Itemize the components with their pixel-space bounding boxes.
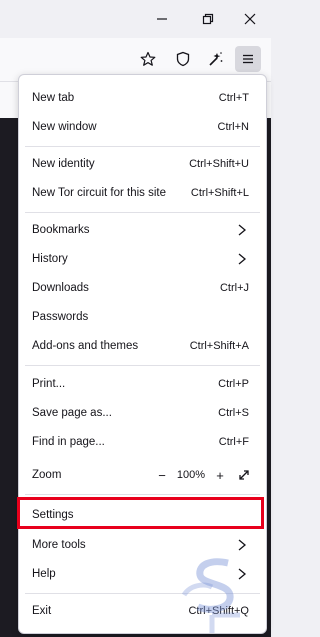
menu-item-new-identity[interactable]: New identity Ctrl+Shift+U [19,150,266,178]
menu-item-new-window[interactable]: New window Ctrl+N [19,113,266,141]
menu-item-new-tab[interactable]: New tab Ctrl+T [19,84,266,112]
menu-item-shortcut: Ctrl+F [218,436,249,448]
menu-item-label: Print... [32,378,66,390]
menu-item-zoom: Zoom − 100% + [19,461,266,489]
zoom-out-button[interactable]: − [152,465,172,485]
menu-separator [25,593,260,594]
restore-icon [202,13,214,25]
application-menu-button[interactable] [235,46,261,72]
chevron-right-icon [238,539,247,551]
magic-wand-icon [209,52,223,66]
zoom-controls: − 100% + [152,465,254,485]
menu-item-label: New Tor circuit for this site [32,187,166,199]
menu-item-label: Add-ons and themes [32,340,139,352]
menu-item-shortcut: Ctrl+S [218,407,249,419]
menu-item-shortcut: Ctrl+P [218,378,249,390]
chevron-right-icon [238,253,247,265]
menu-item-history[interactable]: History [19,245,266,273]
menu-item-downloads[interactable]: Downloads Ctrl+J [19,274,266,302]
title-bar [0,0,271,38]
menu-item-label: New tab [32,92,75,104]
zoom-in-button[interactable]: + [210,465,230,485]
fullscreen-button[interactable] [234,465,254,485]
menu-item-settings[interactable]: Settings [19,501,266,529]
menu-item-exit[interactable]: Exit Ctrl+Shift+Q [19,597,266,625]
menu-item-addons-themes[interactable]: Add-ons and themes Ctrl+Shift+A [19,332,266,360]
bookmark-page-button[interactable] [135,46,161,72]
menu-item-label: Find in page... [32,436,105,448]
minimize-icon [157,18,167,20]
chevron-right-icon [238,224,247,236]
menu-item-label: Bookmarks [32,224,90,236]
star-icon [140,51,156,66]
menu-item-shortcut: Ctrl+Shift+U [189,158,249,170]
menu-item-label: Save page as... [32,407,112,419]
menu-item-shortcut: Ctrl+J [219,282,249,294]
menu-item-label: More tools [32,539,86,551]
menu-item-label: New identity [32,158,95,170]
menu-item-more-tools[interactable]: More tools [19,531,266,559]
menu-item-shortcut: Ctrl+Shift+L [190,187,249,199]
menu-item-label: History [32,253,68,265]
menu-separator [25,212,260,213]
chevron-right-icon [238,568,247,580]
close-button[interactable] [238,8,262,30]
menu-item-shortcut: Ctrl+Shift+Q [188,605,249,617]
menu-item-label: Settings [32,509,74,521]
app-menu-panel: New tab Ctrl+T New window Ctrl+N New ide… [18,74,267,634]
menu-separator [25,146,260,147]
menu-item-print[interactable]: Print... Ctrl+P [19,370,266,398]
menu-item-bookmarks[interactable]: Bookmarks [19,216,266,244]
hamburger-menu-icon [243,54,253,64]
zoom-level-button[interactable]: 100% [172,469,210,481]
fullscreen-icon [239,470,249,480]
new-identity-button[interactable] [203,46,229,72]
menu-separator [25,365,260,366]
menu-item-help[interactable]: Help [19,560,266,588]
menu-item-shortcut: Ctrl+T [218,92,249,104]
menu-item-label: Downloads [32,282,89,294]
menu-item-label: Passwords [32,311,89,323]
menu-separator [25,494,260,495]
restore-button[interactable] [196,8,220,30]
menu-item-shortcut: Ctrl+N [217,121,249,133]
menu-item-label: New window [32,121,97,133]
close-icon [244,13,256,25]
security-level-button[interactable] [170,46,196,72]
menu-item-find-in-page[interactable]: Find in page... Ctrl+F [19,428,266,456]
menu-item-label: Zoom [32,469,62,481]
menu-item-label: Exit [32,605,52,617]
menu-item-shortcut: Ctrl+Shift+A [189,340,249,352]
menu-item-save-page-as[interactable]: Save page as... Ctrl+S [19,399,266,427]
menu-item-passwords[interactable]: Passwords [19,303,266,331]
menu-item-label: Help [32,568,56,580]
minimize-button[interactable] [150,8,174,30]
shield-icon [176,51,190,67]
menu-item-new-tor-circuit[interactable]: New Tor circuit for this site Ctrl+Shift… [19,179,266,207]
